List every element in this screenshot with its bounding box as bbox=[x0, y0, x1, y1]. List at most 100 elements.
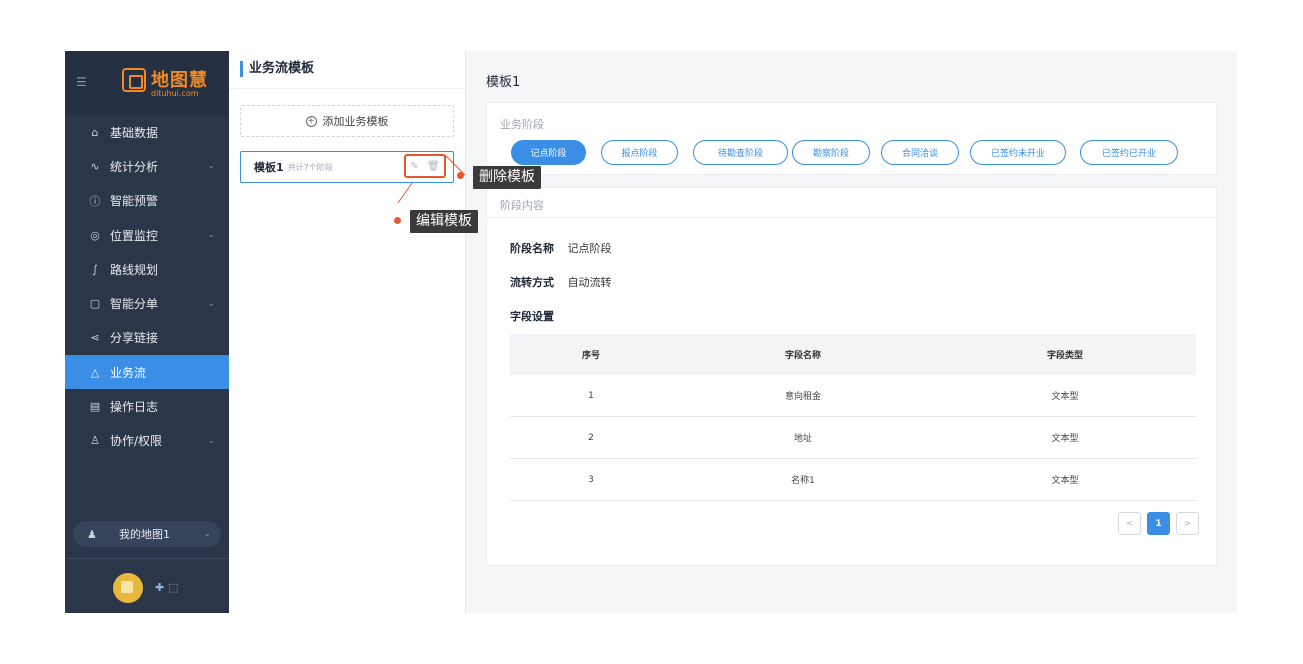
table-body: 1 意向租金 文本型 2 地址 文本型 3 名称1 文本型 bbox=[510, 375, 1196, 501]
delete-template-callout: 删除模板 bbox=[473, 166, 541, 189]
sidebar-item-label: 路线规划 bbox=[110, 262, 159, 277]
table-row: 1 意向租金 文本型 bbox=[510, 375, 1196, 417]
table-row: 2 地址 文本型 bbox=[510, 417, 1196, 459]
stage-button[interactable]: 已签约已开业 bbox=[1080, 140, 1178, 165]
annotation-dot bbox=[457, 172, 464, 179]
app-window: ☰ 地图慧 dituhui.com ⌂ 基础数据 ∿ 统计分析 ⌄ ⓘ 智能预警 ◎ 位置监控 ⌄… bbox=[65, 51, 1237, 613]
stage-content-card: 阶段内容 阶段名称 记点阶段 流转方式 自动流转 字段设置 序号 字段名称 字段… bbox=[486, 187, 1217, 566]
stage-button[interactable]: 合同洽谈 bbox=[881, 140, 959, 165]
home-icon: ⌂ bbox=[91, 125, 99, 139]
add-template-label: 添加业务模板 bbox=[322, 115, 389, 128]
stage-name-row: 阶段名称 记点阶段 bbox=[510, 240, 612, 256]
sidebar-item-label: 操作日志 bbox=[110, 400, 159, 415]
template-panel: 业务流模板 + 添加业务模板 模板1 共计7个阶段 ✎ 🗑 bbox=[229, 51, 466, 613]
clipboard-icon: ▤ bbox=[89, 400, 101, 414]
logo-icon bbox=[122, 68, 146, 92]
sidebar-item-label: 统计分析 bbox=[110, 159, 159, 174]
sidebar-item[interactable]: ∫ 路线规划 bbox=[65, 252, 229, 286]
stage-button[interactable]: 报点阶段 bbox=[601, 140, 678, 165]
chevron-down-icon: ⌄ bbox=[207, 161, 215, 172]
stages-label: 业务阶段 bbox=[500, 118, 544, 131]
table-cell: 文本型 bbox=[1051, 476, 1079, 486]
table-cell: 文本型 bbox=[1051, 392, 1079, 402]
table-cell: 意向租金 bbox=[784, 392, 821, 402]
fields-row: 字段设置 bbox=[510, 308, 564, 324]
next-page-button[interactable]: > bbox=[1176, 512, 1199, 535]
stage-button[interactable]: 勘察阶段 bbox=[792, 140, 870, 165]
sidebar-item[interactable]: ◎ 位置监控 ⌄ bbox=[65, 218, 229, 252]
add-template-button[interactable]: + 添加业务模板 bbox=[240, 105, 454, 137]
sidebar-item[interactable]: ▢ 智能分单 ⌄ bbox=[65, 286, 229, 320]
stages-card: 业务阶段 记点阶段 报点阶段 待勘查阶段 勘察阶段 合同洽谈 已签约未开业 已签约已开业 bbox=[486, 102, 1217, 175]
sidebar-item[interactable]: ⋖ 分享链接 bbox=[65, 321, 229, 355]
flow-key: 流转方式 bbox=[510, 276, 554, 289]
chevron-down-icon: ⌄ bbox=[207, 230, 215, 241]
info-icon: ⓘ bbox=[89, 194, 101, 208]
sidebar-item[interactable]: ∿ 统计分析 ⌄ bbox=[65, 149, 229, 183]
route-icon: ∫ bbox=[92, 262, 98, 276]
table-cell: 2 bbox=[588, 432, 594, 443]
fields-table: 序号 字段名称 字段类型 1 意向租金 文本型 2 地址 文本型 3 名称1 文本型 bbox=[510, 334, 1196, 501]
page-title: 模板1 bbox=[486, 75, 521, 90]
map-select-label: 我的地图1 bbox=[119, 528, 170, 541]
sidebar: ☰ 地图慧 dituhui.com ⌂ 基础数据 ∿ 统计分析 ⌄ ⓘ 智能预警 ◎ 位置监控 ⌄… bbox=[65, 51, 229, 613]
logo-bar: ☰ 地图慧 dituhui.com bbox=[65, 51, 229, 115]
sidebar-item[interactable]: △ 业务流 bbox=[65, 355, 229, 390]
flow-row: 流转方式 自动流转 bbox=[510, 274, 612, 290]
sidebar-item-label: 分享链接 bbox=[110, 331, 159, 346]
stage-button[interactable]: 已签约未开业 bbox=[970, 140, 1066, 165]
page-1-button[interactable]: 1 bbox=[1147, 512, 1170, 535]
table-row: 3 名称1 文本型 bbox=[510, 459, 1196, 501]
edit-icon[interactable]: ✎ bbox=[410, 161, 418, 172]
workflow-icon: △ bbox=[90, 365, 100, 379]
chevron-down-icon: ⌄ bbox=[207, 435, 215, 446]
sidebar-item-label: 业务流 bbox=[110, 365, 147, 380]
chevron-down-icon: ⌄ bbox=[203, 529, 211, 539]
map-user-icon: ♟ bbox=[87, 527, 97, 541]
table-cell: 文本型 bbox=[1051, 434, 1079, 444]
table-cell: 1 bbox=[588, 390, 594, 401]
menu-toggle-icon[interactable]: ☰ bbox=[76, 75, 87, 89]
sidebar-item[interactable]: ⓘ 智能预警 bbox=[65, 184, 229, 218]
map-select[interactable]: ♟ 我的地图1 ⌄ bbox=[73, 521, 221, 547]
sidebar-item-label: 智能分单 bbox=[110, 297, 159, 312]
sidebar-item-label: 基础数据 bbox=[110, 125, 159, 140]
annotation-dot bbox=[394, 217, 401, 224]
header-index: 序号 bbox=[581, 351, 600, 361]
user-extra-icons[interactable]: ✚ ⬚ bbox=[155, 581, 178, 594]
sidebar-item[interactable]: ♙ 协作/权限 ⌄ bbox=[65, 424, 229, 458]
template-panel-title: 业务流模板 bbox=[240, 61, 314, 77]
sidebar-item-label: 协作/权限 bbox=[110, 434, 163, 449]
sidebar-menu: ⌂ 基础数据 ∿ 统计分析 ⌄ ⓘ 智能预警 ◎ 位置监控 ⌄ ∫ 路线规划 ▢ 智能分单 ⌄ ⋖ 分享链接 △ 业… bbox=[65, 115, 229, 458]
table-cell: 名称1 bbox=[791, 476, 815, 486]
fields-key: 字段设置 bbox=[510, 310, 554, 323]
users-icon: ♙ bbox=[90, 434, 100, 448]
copy-icon: ▢ bbox=[89, 297, 101, 311]
stage-content-header: 阶段内容 bbox=[487, 188, 1216, 218]
prev-page-button[interactable]: < bbox=[1118, 512, 1141, 535]
share-icon: ⋖ bbox=[90, 331, 100, 345]
flow-value: 自动流转 bbox=[567, 276, 612, 289]
template-card[interactable]: 模板1 共计7个阶段 ✎ 🗑 bbox=[240, 151, 454, 183]
divider bbox=[229, 88, 465, 89]
sidebar-item[interactable]: ⌂ 基础数据 bbox=[65, 115, 229, 149]
template-name: 模板1 bbox=[254, 161, 284, 174]
table-cell: 地址 bbox=[793, 434, 812, 444]
avatar[interactable] bbox=[113, 573, 143, 603]
stage-name-value: 记点阶段 bbox=[567, 242, 612, 255]
trash-icon[interactable]: 🗑 bbox=[427, 161, 440, 172]
sidebar-divider bbox=[65, 558, 229, 559]
main-content: 模板1 业务阶段 记点阶段 报点阶段 待勘查阶段 勘察阶段 合同洽谈 已签约未开业 已签约已… bbox=[467, 51, 1237, 613]
location-icon: ◎ bbox=[90, 228, 100, 242]
template-actions: ✎ 🗑 bbox=[404, 154, 446, 178]
header-field-type: 字段类型 bbox=[1046, 351, 1083, 361]
logo-subtext: dituhui.com bbox=[151, 89, 199, 98]
stage-button[interactable]: 待勘查阶段 bbox=[693, 140, 788, 165]
sidebar-item-label: 位置监控 bbox=[110, 228, 159, 243]
pagination: < 1 > bbox=[1112, 512, 1199, 535]
edit-template-callout: 编辑模板 bbox=[410, 210, 478, 233]
stage-button[interactable]: 记点阶段 bbox=[511, 140, 586, 165]
header-field-name: 字段名称 bbox=[784, 351, 821, 361]
sidebar-item[interactable]: ▤ 操作日志 bbox=[65, 389, 229, 423]
table-header: 序号 字段名称 字段类型 bbox=[510, 334, 1196, 375]
